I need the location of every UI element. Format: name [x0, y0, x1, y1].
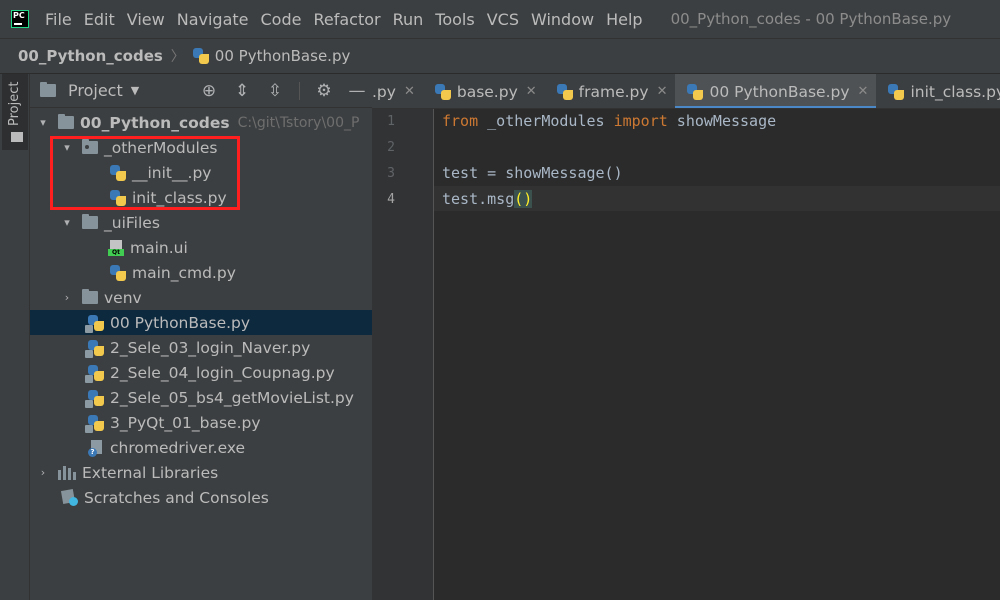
menu-refactor[interactable]: Refactor: [307, 10, 386, 29]
project-view-selector[interactable]: Project: [68, 81, 123, 100]
folder-icon: [82, 214, 98, 229]
line-number: 4: [387, 192, 395, 207]
folder-icon: [58, 114, 74, 129]
tree-item-uifiles[interactable]: ▾ _uiFiles: [30, 210, 372, 235]
code-line-3: test = showMessage(): [442, 164, 623, 182]
line-number: 3: [387, 166, 395, 181]
unknown-file-icon: ?: [88, 439, 104, 457]
chevron-down-icon[interactable]: ▼: [131, 84, 139, 97]
code-line-1: from _otherModules import showMessage: [442, 112, 777, 130]
libraries-icon: [58, 465, 76, 480]
menu-bar: PC File Edit View Navigate Code Refactor…: [0, 0, 1000, 38]
menu-code[interactable]: Code: [255, 10, 308, 29]
python-file-icon: [556, 83, 573, 100]
project-panel-header: Project ▼ ⊕ ⇕ ⇳ ⚙ —: [30, 74, 372, 108]
tree-item-python-base[interactable]: 00 PythonBase.py: [30, 310, 372, 335]
tree-item-root[interactable]: ▾ 00_Python_codes C:\git\Tstory\00_P: [30, 110, 372, 135]
left-tool-strip: Project: [0, 74, 30, 600]
window-title: 00_Python_codes - 00 PythonBase.py: [670, 10, 952, 28]
close-icon[interactable]: ✕: [404, 84, 415, 99]
editor-tabs: .py ✕ base.py ✕ frame.py ✕ 00 PythonBase…: [372, 74, 1000, 109]
code-line-4: test.msg(): [442, 190, 533, 208]
python-file-icon: [434, 83, 451, 100]
python-file-icon: [85, 339, 104, 358]
gear-icon[interactable]: ⚙: [315, 82, 333, 100]
python-file-icon: [85, 364, 104, 383]
chevron-right-icon: 〉: [170, 49, 185, 65]
tab-partial[interactable]: .py ✕: [372, 74, 423, 108]
python-file-icon: [110, 264, 126, 281]
tree-item-venv[interactable]: › venv: [30, 285, 372, 310]
toolbar-divider: [299, 82, 300, 100]
breadcrumb-file[interactable]: 00 PythonBase.py: [192, 47, 350, 65]
folder-icon: [11, 132, 23, 142]
python-file-icon: [192, 48, 209, 64]
tree-item-external-libraries[interactable]: › External Libraries: [30, 460, 372, 485]
project-panel: Project ▼ ⊕ ⇕ ⇳ ⚙ — ▾ 00_Python_codes C:…: [30, 74, 372, 600]
navigation-bar: 00_Python_codes 〉 00 PythonBase.py: [0, 38, 1000, 74]
tree-item-sele04[interactable]: 2_Sele_04_login_Coupnag.py: [30, 360, 372, 385]
line-number: 1: [387, 114, 395, 129]
menu-help[interactable]: Help: [600, 10, 648, 29]
close-icon[interactable]: ✕: [526, 84, 537, 99]
chevron-down-icon[interactable]: ▾: [36, 116, 50, 129]
close-icon[interactable]: ✕: [657, 84, 668, 99]
python-file-icon: [85, 389, 104, 408]
scratches-icon: [60, 488, 78, 506]
tree-item-chromedriver[interactable]: ? chromedriver.exe: [30, 435, 372, 460]
locate-icon[interactable]: ⊕: [200, 82, 218, 100]
chevron-right-icon[interactable]: ›: [36, 466, 50, 479]
collapse-all-icon[interactable]: ⇳: [266, 82, 284, 100]
tree-item-pyqt01[interactable]: 3_PyQt_01_base.py: [30, 410, 372, 435]
tab-base[interactable]: base.py ✕: [423, 74, 545, 108]
tab-frame[interactable]: frame.py ✕: [545, 74, 676, 108]
code-editor[interactable]: from _otherModules import showMessage te…: [434, 109, 1000, 600]
tree-item-main-cmd[interactable]: main_cmd.py: [30, 260, 372, 285]
project-tool-label: Project: [7, 81, 22, 126]
line-number-gutter: 1 2 3 4: [372, 109, 434, 600]
tree-item-sele03[interactable]: 2_Sele_03_login_Naver.py: [30, 335, 372, 360]
tree-item-main-ui[interactable]: Qt main.ui: [30, 235, 372, 260]
project-folder-icon: [40, 82, 56, 97]
project-tool-tab[interactable]: Project: [2, 74, 28, 150]
tree-item-scratches[interactable]: Scratches and Consoles: [30, 485, 372, 510]
hide-panel-icon[interactable]: —: [348, 82, 366, 100]
red-highlight-box: [50, 136, 240, 210]
expand-all-icon[interactable]: ⇕: [233, 82, 251, 100]
python-file-icon: [687, 83, 704, 100]
chevron-right-icon[interactable]: ›: [60, 291, 74, 304]
menu-window[interactable]: Window: [525, 10, 600, 29]
chevron-down-icon[interactable]: ▾: [60, 216, 74, 229]
menu-view[interactable]: View: [121, 10, 171, 29]
menu-vcs[interactable]: VCS: [481, 10, 525, 29]
close-icon[interactable]: ✕: [858, 84, 869, 99]
python-file-icon: [85, 414, 104, 433]
menu-navigate[interactable]: Navigate: [171, 10, 255, 29]
python-file-icon: [888, 83, 905, 100]
menu-run[interactable]: Run: [387, 10, 430, 29]
line-number: 2: [387, 140, 395, 155]
menu-tools[interactable]: Tools: [429, 10, 480, 29]
tab-init-class[interactable]: init_class.py: [876, 74, 1000, 108]
pycharm-logo-icon: PC: [11, 10, 29, 28]
menu-edit[interactable]: Edit: [78, 10, 121, 29]
python-file-icon: [85, 314, 104, 333]
tab-python-base[interactable]: 00 PythonBase.py ✕: [675, 74, 877, 108]
breadcrumb-project[interactable]: 00_Python_codes: [18, 47, 163, 65]
tree-item-sele05[interactable]: 2_Sele_05_bs4_getMovieList.py: [30, 385, 372, 410]
folder-icon: [82, 289, 98, 304]
qt-ui-file-icon: Qt: [108, 239, 124, 256]
menu-file[interactable]: File: [39, 10, 78, 29]
